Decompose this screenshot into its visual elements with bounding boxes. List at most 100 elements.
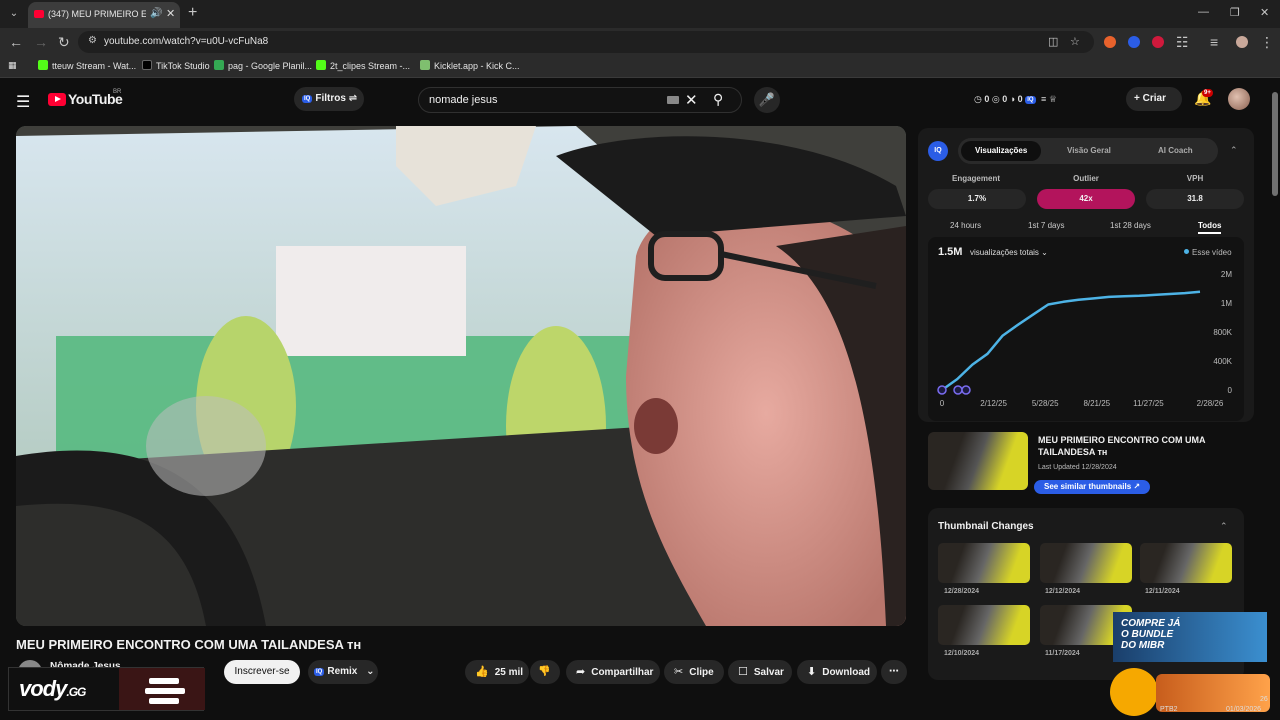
x-tick-label: 11/27/25 [1133, 399, 1164, 408]
range-7-days[interactable]: 1st 7 days [1028, 221, 1064, 230]
forward-icon[interactable]: → [34, 34, 48, 50]
tab-visualizacoes[interactable]: Visualizações [975, 146, 1027, 155]
see-similar-thumbnails-button[interactable]: See similar thumbnails ↗ [1034, 480, 1151, 494]
extension-1-icon[interactable] [1104, 36, 1116, 48]
similar-title: MEU PRIMEIRO ENCONTRO COM UMA TAILANDESA… [1038, 435, 1206, 457]
minimize-icon[interactable]: — [1198, 6, 1209, 18]
browser-tab-strip: ⌄ (347) MEU PRIMEIRO ENCONTRO COM UMA TA… [0, 0, 1280, 28]
range-24h[interactable]: 24 hours [950, 221, 981, 230]
keyboard-icon[interactable] [667, 96, 679, 104]
apps-grid-icon[interactable]: ▦ [8, 60, 17, 71]
new-tab-icon[interactable]: + [188, 4, 197, 22]
bookmark-item[interactable]: tteuw Stream - Wat... [38, 60, 136, 71]
y-tick-label: 2M [1221, 270, 1232, 279]
youtube-logo-icon[interactable] [48, 93, 66, 106]
similar-video-card[interactable]: MEU PRIMEIRO ENCONTRO COM UMA TAILANDESA… [928, 432, 1244, 496]
vody-overlay-ad[interactable]: vody.GG [8, 667, 205, 711]
user-avatar[interactable] [1228, 88, 1250, 110]
tab-ai-coach[interactable]: AI Coach [1158, 146, 1193, 155]
thumbnail-change-item[interactable] [1140, 543, 1232, 583]
game-icon[interactable] [1110, 668, 1158, 716]
reload-icon[interactable]: ↻ [58, 34, 70, 51]
trophy-icon: ♕ [1048, 94, 1057, 104]
download-button[interactable]: ⬇ Download [797, 660, 877, 684]
voice-search-icon[interactable]: 🎤 [754, 87, 780, 113]
save-bookmark-icon: ☐ [738, 666, 748, 678]
filters-button[interactable]: IQ Filtros ⇌ [294, 87, 364, 111]
iq-logo-icon: IQ [928, 141, 948, 161]
cast-icon[interactable]: ◫ [1048, 35, 1058, 48]
dislike-button[interactable]: 👎 [530, 660, 560, 684]
reading-list-icon[interactable]: ≡ [1210, 34, 1218, 50]
chevron-down-icon: ⌄ [1041, 248, 1048, 257]
bookmark-star-icon[interactable]: ☆ [1070, 35, 1080, 48]
restore-icon[interactable]: ❐ [1230, 6, 1240, 19]
range-all[interactable]: Todos [1198, 221, 1222, 234]
speaker-icon[interactable]: 🔊 [150, 8, 162, 19]
browser-tab[interactable]: (347) MEU PRIMEIRO ENCONTRO COM UMA TAIL… [28, 2, 180, 28]
kick-icon [316, 60, 326, 70]
create-button[interactable]: + Criar [1126, 87, 1182, 111]
mibr-overlay-ad[interactable]: COMPRE JÁ O BUNDLE DO MIBR [1113, 612, 1267, 662]
bookmark-item[interactable]: Kicklet.app - Kick C... [420, 60, 520, 71]
sliders-icon: ⇌ [348, 93, 358, 104]
engagement-value: 1.7% [928, 189, 1026, 209]
thumbnail-change-marker[interactable] [953, 385, 963, 395]
thumbnail-changes-title: Thumbnail Changes [938, 521, 1034, 532]
extension-2-icon[interactable] [1128, 36, 1140, 48]
save-button[interactable]: ☐ Salvar [728, 660, 792, 684]
list-icon: ≡ [1041, 94, 1047, 104]
thumbnail-change-marker[interactable] [937, 385, 947, 395]
iq-tab-switcher: Visualizações Visão Geral AI Coach [958, 138, 1218, 164]
subscribe-button[interactable]: Inscrever-se [224, 660, 300, 684]
thumbnail-change-marker[interactable] [961, 385, 971, 395]
search-input[interactable]: nomade jesus [429, 94, 498, 106]
page-scrollbar[interactable] [1272, 92, 1278, 196]
filters-label: Filtros [315, 93, 346, 104]
search-box[interactable]: nomade jesus ✕ ⚲ [418, 87, 742, 113]
clear-search-icon[interactable]: ✕ [685, 91, 698, 109]
vody-suffix: .GG [66, 685, 86, 699]
mibr-ad-text: COMPRE JÁ O BUNDLE DO MIBR [1121, 618, 1181, 651]
similar-thumbnail[interactable] [928, 432, 1028, 490]
menu-icon[interactable]: ☰ [16, 92, 30, 112]
close-tab-icon[interactable]: ✕ [166, 7, 175, 20]
bookmark-item[interactable]: 2t_clipes Stream -... [316, 60, 410, 71]
remix-button[interactable]: IQ Remix ⌄ [308, 660, 378, 684]
video-player[interactable] [16, 126, 906, 626]
range-28-days[interactable]: 1st 28 days [1110, 221, 1151, 230]
views-metric-dropdown[interactable]: visualizações totais ⌄ [970, 248, 1048, 257]
bookmark-item[interactable]: pag - Google Planil... [214, 60, 312, 71]
window-close-icon[interactable]: ✕ [1260, 6, 1269, 19]
tab-visao-geral[interactable]: Visão Geral [1067, 146, 1111, 155]
create-label: Criar [1142, 93, 1166, 104]
share-button[interactable]: ➦ Compartilhar [566, 660, 660, 684]
site-info-icon[interactable]: ⚙ [88, 35, 97, 46]
extensions-icon[interactable]: ☷ [1176, 34, 1189, 51]
thumbnail-change-date: 12/12/2024 [1045, 588, 1081, 595]
back-icon[interactable]: ← [9, 34, 23, 50]
thumbnail-change-date: 12/10/2024 [944, 650, 980, 657]
thumbnail-change-date: 12/28/2024 [944, 588, 980, 595]
more-actions-button[interactable]: ⋯ [881, 660, 907, 684]
like-button[interactable]: 👍 25 mil [465, 660, 529, 684]
thumbnail-change-item[interactable] [938, 543, 1030, 583]
search-icon[interactable]: ⚲ [713, 91, 723, 108]
thumbnail-change-item[interactable] [1040, 543, 1132, 583]
extension-counters[interactable]: ◷ 0 ◎ 0 ◑ 0 IQ ≡ ♕ [974, 94, 1057, 105]
clip-button[interactable]: ✂ Clipe [664, 660, 724, 684]
bookmark-item[interactable]: TikTok Studio [142, 60, 210, 71]
thumbnail-change-date: 12/11/2024 [1145, 588, 1180, 595]
chart-legend: Esse vídeo [1184, 248, 1232, 257]
thumbnail-change-item[interactable] [938, 605, 1030, 645]
collapse-chevron-icon[interactable]: ⌃ [1230, 145, 1238, 156]
total-views: 1.5M [938, 246, 963, 258]
extension-3-icon[interactable] [1152, 36, 1164, 48]
browser-menu-icon[interactable]: ⋮ [1260, 34, 1274, 51]
url-field[interactable]: ⚙ youtube.com/watch?v=u0U-vcFuNa8 ◫ ☆ [78, 31, 1094, 53]
profile-avatar-icon[interactable] [1236, 36, 1248, 48]
tab-search-icon[interactable]: ⌄ [6, 6, 22, 22]
taskbar-label: PTB2 [1160, 706, 1178, 713]
collapse-chevron-icon[interactable]: ⌃ [1220, 521, 1228, 532]
thumbnail-change-date: 11/17/2024 [1045, 650, 1080, 657]
